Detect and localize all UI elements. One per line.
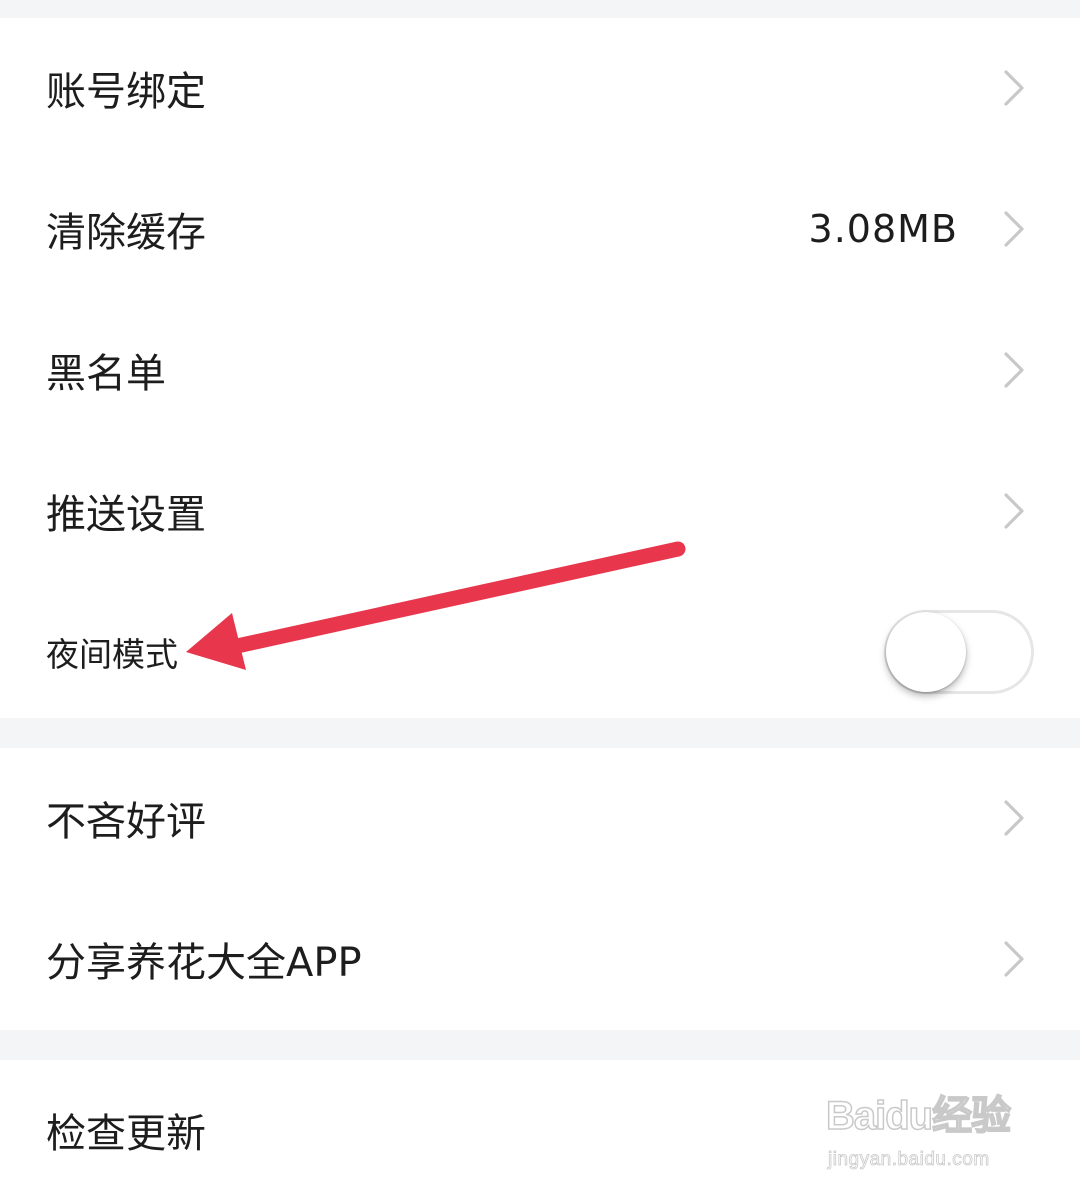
- night-mode-label: 夜间模式: [46, 635, 178, 674]
- night-mode-toggle[interactable]: [884, 610, 1034, 694]
- blacklist-row[interactable]: 黑名单: [0, 300, 1080, 440]
- rate-app-label: 不吝好评: [46, 799, 206, 845]
- toggle-knob: [886, 612, 966, 692]
- settings-group-account: 账号绑定 清除缓存 3.08MB 黑名单 推送设置 夜间模式: [0, 18, 1080, 718]
- chevron-right-icon: [998, 799, 1028, 837]
- clear-cache-row[interactable]: 清除缓存 3.08MB: [0, 159, 1080, 299]
- chevron-right-icon: [998, 210, 1028, 248]
- settings-group-share: 不吝好评 分享养花大全APP: [0, 748, 1080, 1030]
- chevron-right-icon: [998, 69, 1028, 107]
- account-binding-row[interactable]: 账号绑定: [0, 18, 1080, 158]
- rate-app-row[interactable]: 不吝好评: [0, 748, 1080, 888]
- settings-group-update: 检查更新: [0, 1060, 1080, 1201]
- chevron-right-icon: [998, 351, 1028, 389]
- account-binding-label: 账号绑定: [46, 69, 206, 115]
- push-settings-row[interactable]: 推送设置: [0, 441, 1080, 581]
- share-app-row[interactable]: 分享养花大全APP: [0, 889, 1080, 1029]
- clear-cache-label: 清除缓存: [46, 210, 206, 256]
- night-mode-row: 夜间模式: [0, 582, 1080, 722]
- check-update-label: 检查更新: [46, 1111, 206, 1157]
- cache-size-value: 3.08MB: [808, 207, 958, 251]
- push-settings-label: 推送设置: [46, 492, 206, 538]
- blacklist-label: 黑名单: [46, 351, 166, 397]
- chevron-right-icon: [998, 940, 1028, 978]
- share-app-label: 分享养花大全APP: [46, 940, 362, 986]
- chevron-right-icon: [998, 492, 1028, 530]
- check-update-row[interactable]: 检查更新: [0, 1060, 1080, 1200]
